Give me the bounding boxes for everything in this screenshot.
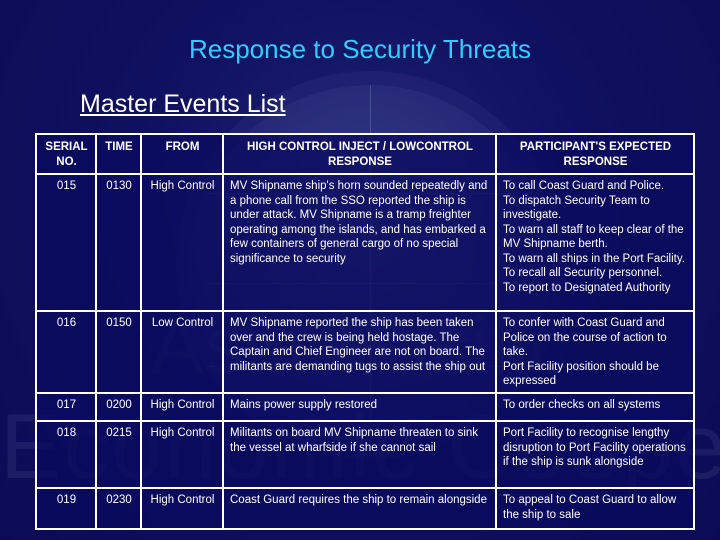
- cell-time: 0230: [95, 487, 142, 530]
- cell-serial: 019: [35, 487, 97, 530]
- cell-expected: To order checks on all systems: [495, 392, 695, 422]
- expected-line: Port Facility position should be express…: [503, 360, 659, 388]
- expected-line: To call Coast Guard and Police.: [503, 180, 665, 192]
- cell-serial: 016: [35, 310, 97, 394]
- cell-inject: Militants on board MV Shipname threaten …: [222, 420, 497, 489]
- expected-line: To warn all staff to keep clear of the M…: [503, 223, 684, 251]
- cell-time: 0130: [95, 173, 142, 312]
- cell-serial: 015: [35, 173, 97, 312]
- table-header-row: SERIAL NO. TIME FROM HIGH CONTROL INJECT…: [35, 133, 695, 175]
- cell-expected: To call Coast Guard and Police. To dispa…: [495, 173, 695, 312]
- expected-line: To recall all Security personnel.: [503, 267, 663, 279]
- cell-inject: Coast Guard requires the ship to remain …: [222, 487, 497, 530]
- cell-time: 0150: [95, 310, 142, 394]
- cell-from: High Control: [140, 392, 224, 422]
- slide-subtitle: Master Events List: [80, 90, 286, 118]
- expected-line: Port Facility to recognise lengthy disru…: [503, 427, 686, 468]
- expected-line: To warn all ships in the Port Facility.: [503, 252, 685, 265]
- expected-line: To dispatch Security Team to investigate…: [503, 194, 650, 222]
- header-from: FROM: [140, 133, 224, 175]
- cell-expected: To appeal to Coast Guard to allow the sh…: [495, 487, 695, 530]
- header-serial: SERIAL NO.: [35, 133, 97, 175]
- table-row: 015 0130 High Control MV Shipname ship's…: [35, 173, 695, 312]
- cell-time: 0215: [95, 420, 142, 489]
- slide-title: Response to Security Threats: [188, 34, 532, 64]
- master-events-table: SERIAL NO. TIME FROM HIGH CONTROL INJECT…: [35, 133, 695, 530]
- cell-inject: MV Shipname ship's horn sounded repeated…: [222, 173, 497, 312]
- cell-expected: Port Facility to recognise lengthy disru…: [495, 420, 695, 489]
- table-row: 019 0230 High Control Coast Guard requir…: [35, 487, 695, 530]
- cell-inject: MV Shipname reported the ship has been t…: [222, 310, 497, 394]
- header-expected: PARTICIPANT'S EXPECTED RESPONSE: [495, 133, 695, 175]
- expected-line: To order checks on all systems: [503, 399, 661, 411]
- table-row: 016 0150 Low Control MV Shipname reporte…: [35, 310, 695, 394]
- expected-line: To confer with Coast Guard and Police on…: [503, 317, 667, 358]
- cell-expected: To confer with Coast Guard and Police on…: [495, 310, 695, 394]
- cell-inject: Mains power supply restored: [222, 392, 497, 422]
- cell-from: High Control: [140, 173, 224, 312]
- cell-from: Low Control: [140, 310, 224, 394]
- expected-line: To report to Designated Authority: [503, 281, 671, 294]
- cell-from: High Control: [140, 420, 224, 489]
- header-time: TIME: [95, 133, 142, 175]
- table-row: 018 0215 High Control Militants on board…: [35, 420, 695, 489]
- header-inject: HIGH CONTROL INJECT / LOWCONTROL RESPONS…: [222, 133, 497, 175]
- expected-line: To appeal to Coast Guard to allow the sh…: [503, 494, 677, 521]
- cell-serial: 017: [35, 392, 97, 422]
- table-row: 017 0200 High Control Mains power supply…: [35, 392, 695, 422]
- cell-time: 0200: [95, 392, 142, 422]
- cell-serial: 018: [35, 420, 97, 489]
- cell-from: High Control: [140, 487, 224, 530]
